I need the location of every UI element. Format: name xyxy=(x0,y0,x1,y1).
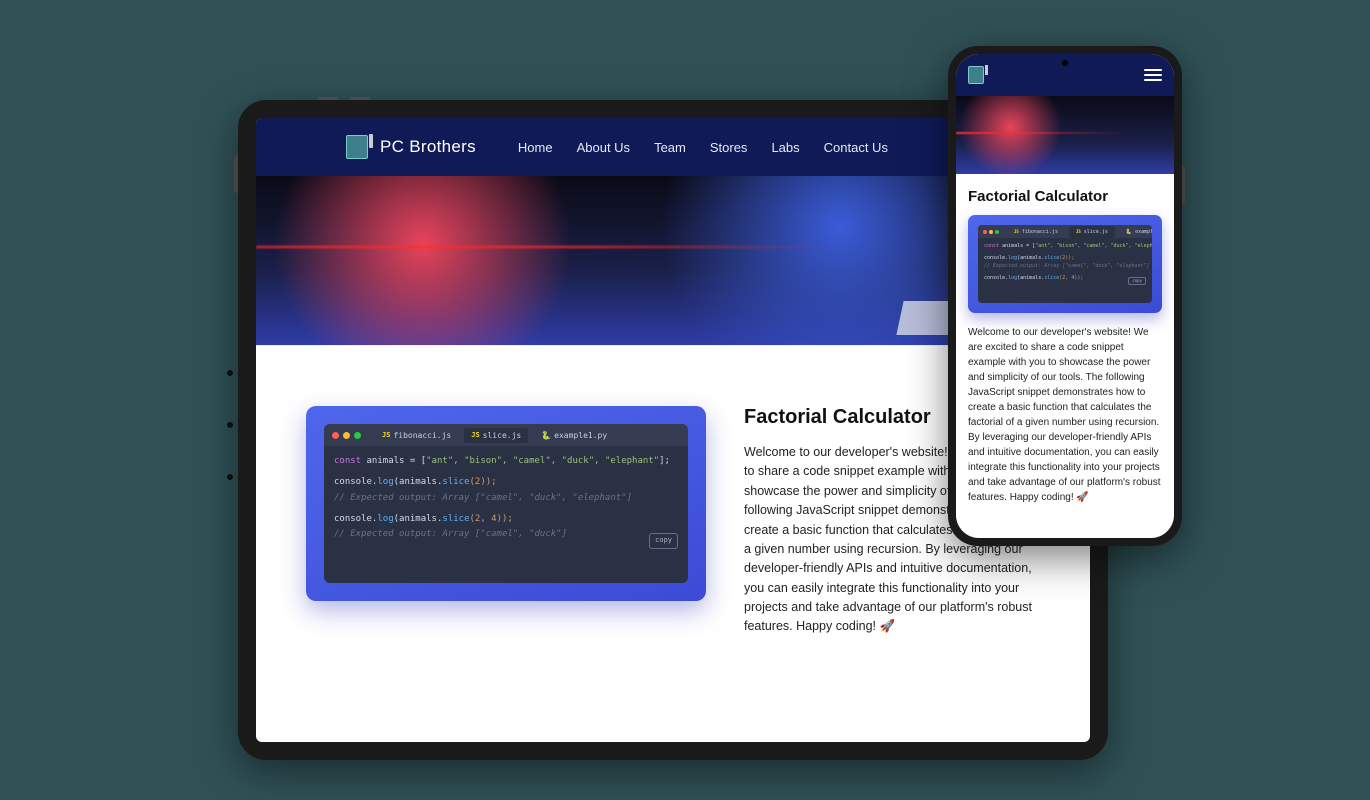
editor-tab-example[interactable]: 🐍example1.py xyxy=(534,428,614,443)
python-icon: 🐍 xyxy=(541,431,551,440)
code-body: const animals = ["ant", "bison", "camel"… xyxy=(978,238,1152,286)
hamburger-menu-icon[interactable] xyxy=(1144,69,1162,81)
hero-image xyxy=(956,96,1174,174)
editor-tab-slice[interactable]: JSslice.js xyxy=(464,428,528,443)
copy-button[interactable]: copy xyxy=(649,533,678,549)
editor-tab-fibonacci[interactable]: JS fibonacci.js xyxy=(1007,226,1065,238)
copy-button[interactable]: copy xyxy=(1128,277,1146,286)
logo-icon[interactable] xyxy=(968,66,984,84)
article-heading: Factorial Calculator xyxy=(968,188,1162,205)
nav-about[interactable]: About Us xyxy=(577,140,630,155)
code-body: const animals = ["ant", "bison", "camel"… xyxy=(324,446,688,550)
site-title: PC Brothers xyxy=(380,137,476,157)
js-icon: JS xyxy=(382,431,390,439)
mobile-article: Factorial Calculator JS fibonacci.js JS … xyxy=(956,174,1174,515)
window-controls-icon xyxy=(332,432,361,439)
phone-screen: Factorial Calculator JS fibonacci.js JS … xyxy=(956,54,1174,538)
logo-icon xyxy=(346,135,368,159)
phone-device-frame: Factorial Calculator JS fibonacci.js JS … xyxy=(948,46,1182,546)
editor-tab-slice[interactable]: JS slice.js xyxy=(1069,226,1115,238)
nav-stores[interactable]: Stores xyxy=(710,140,748,155)
editor-tab-bar: JS fibonacci.js JS slice.js 🐍 example1.p… xyxy=(978,225,1152,238)
site-logo[interactable]: PC Brothers xyxy=(346,135,476,159)
nav-contact[interactable]: Contact Us xyxy=(824,140,888,155)
tablet-speaker-dots xyxy=(227,370,233,480)
js-icon: JS xyxy=(471,431,479,439)
main-nav: Home About Us Team Stores Labs Contact U… xyxy=(518,140,888,155)
code-editor: JSfibonacci.js JSslice.js 🐍example1.py c… xyxy=(324,424,688,583)
phone-camera-icon xyxy=(1062,60,1068,66)
window-controls-icon xyxy=(983,230,999,234)
editor-tab-example[interactable]: 🐍 example1.py xyxy=(1119,226,1152,238)
code-snippet-card: JS fibonacci.js JS slice.js 🐍 example1.p… xyxy=(968,215,1162,313)
nav-team[interactable]: Team xyxy=(654,140,686,155)
nav-labs[interactable]: Labs xyxy=(771,140,799,155)
code-editor: JS fibonacci.js JS slice.js 🐍 example1.p… xyxy=(978,225,1152,303)
article-body: Welcome to our developer's website! We a… xyxy=(968,325,1162,505)
code-snippet-card: JSfibonacci.js JSslice.js 🐍example1.py c… xyxy=(306,406,706,601)
editor-tab-fibonacci[interactable]: JSfibonacci.js xyxy=(375,428,458,443)
nav-home[interactable]: Home xyxy=(518,140,553,155)
phone-body: Factorial Calculator JS fibonacci.js JS … xyxy=(948,46,1182,546)
editor-tab-bar: JSfibonacci.js JSslice.js 🐍example1.py xyxy=(324,424,688,446)
